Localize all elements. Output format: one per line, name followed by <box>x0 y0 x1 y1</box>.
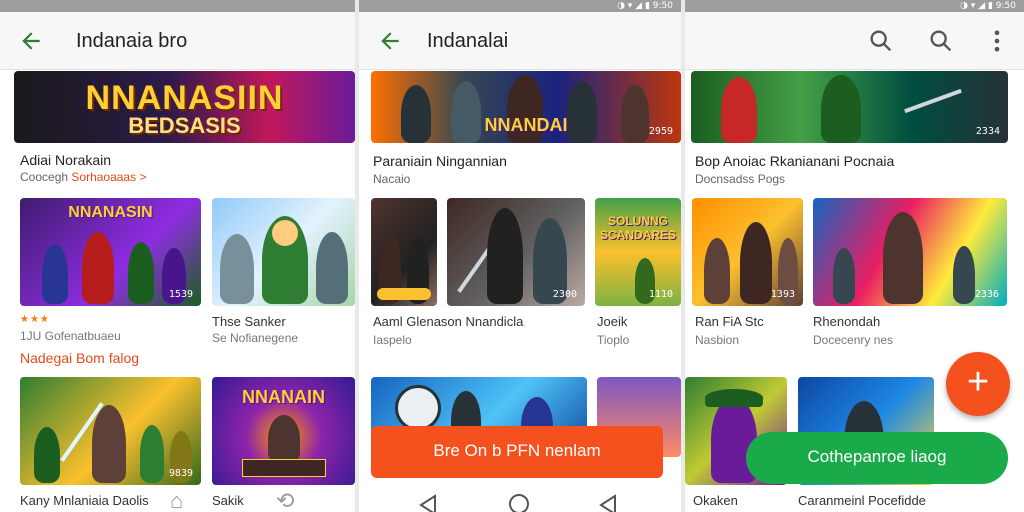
back-arrow-icon[interactable] <box>18 28 44 54</box>
tile-title: NNANASIN <box>68 204 153 221</box>
featured-banner[interactable]: 2334 <box>691 71 1008 143</box>
screen-panel-2: ◑ ▾ ◢ ▮ 9:50 Indanalai NNANDAI 2959 Para… <box>359 0 681 512</box>
featured-banner[interactable]: NNANASIIN BEDSASIS <box>14 71 355 143</box>
character-figure <box>833 248 855 304</box>
section-title: Paraniain Ningannian <box>373 153 507 169</box>
search-icon[interactable] <box>867 27 895 55</box>
more-vert-icon[interactable] <box>983 27 1011 55</box>
tile-title: NNANAIN <box>242 387 325 407</box>
app-bar: Indanalai <box>359 12 681 70</box>
tile-title-text: Ran FiA Stc <box>695 314 764 329</box>
game-tile[interactable]: 1393 <box>692 198 803 306</box>
character-figure <box>34 427 60 483</box>
section-subtitle: Coocegh Sorhaoaaas > <box>20 170 147 184</box>
tile-caption: Nasbion <box>695 333 740 347</box>
character-figure <box>953 246 975 304</box>
game-tile[interactable]: NNANAIN <box>212 377 355 485</box>
tile-logo-plate <box>242 459 326 477</box>
tile-title: SOLUNNG SCANDARES <box>599 214 676 242</box>
tile-title-text: Okaken <box>693 493 738 508</box>
tile-caption: 1JU Gofenatbuaeu <box>20 329 121 343</box>
share-icon[interactable]: ⌂ <box>170 488 183 512</box>
game-tile[interactable] <box>371 198 437 306</box>
tile-title-text: Sakik <box>212 493 244 508</box>
tile-title-text: Thse Sanker <box>212 314 286 329</box>
banner-subtitle: BEDSASIS <box>128 113 241 138</box>
character-figure <box>704 238 730 304</box>
section-title: Nadegai Bom falog <box>20 350 140 366</box>
tile-title-text: Aaml Glenason Nnandicla <box>373 314 524 329</box>
tile-caption: Docecenry nes <box>813 333 894 347</box>
tile-logo <box>377 288 431 300</box>
character-figure <box>721 77 757 143</box>
game-tile[interactable]: 2336 <box>813 198 1007 306</box>
game-tile[interactable]: 2300 <box>447 198 585 306</box>
system-nav-bar <box>359 490 681 512</box>
character-figure <box>92 405 126 483</box>
character-figure <box>316 232 348 304</box>
nav-back-icon[interactable] <box>417 494 439 512</box>
nav-recents-icon[interactable] <box>597 494 619 512</box>
install-cta-button[interactable]: Bre On b PFN nenlam <box>371 426 663 478</box>
add-fab-button[interactable]: + <box>946 352 1010 416</box>
rating-badge: 2336 <box>974 289 999 300</box>
character-figure <box>82 232 114 304</box>
screen-panel-3: ◑ ▾ ◢ ▮ 9:50 2334 Bop Anoiac Rkanianani … <box>685 0 1024 512</box>
see-more-link[interactable]: Sorhaoaaas > <box>71 170 146 184</box>
game-tile[interactable]: SOLUNNG SCANDARES 1110 <box>595 198 681 306</box>
character-face <box>272 220 298 246</box>
tile-caption: Se Nofianegene <box>212 331 299 345</box>
rating-badge: 2300 <box>552 289 577 300</box>
rating-badge: 1393 <box>770 289 795 300</box>
tile-caption: Tioplo <box>597 333 630 347</box>
section-subtitle: Docnsadss Pogs <box>695 172 786 186</box>
character-figure <box>821 75 861 143</box>
banner-title: NNANDAI <box>484 115 568 135</box>
back-arrow-icon[interactable] <box>377 28 403 54</box>
page-title: Indanaia bro <box>76 30 188 52</box>
rating-badge: 9839 <box>168 468 193 479</box>
character-figure <box>487 208 523 304</box>
status-bar: ◑ ▾ ◢ ▮ 9:50 <box>685 0 1024 12</box>
tile-title-text: Caranmeinl Pocefidde <box>798 493 926 508</box>
app-bar: Indanaia bro <box>0 12 355 70</box>
character-figure <box>740 222 772 304</box>
star-rating: ★★★ <box>20 314 50 325</box>
primary-cta-button[interactable]: Cothepanroe liaog <box>746 432 1008 484</box>
page-title: Indanalai <box>427 30 509 52</box>
weapon-graphic <box>904 88 962 114</box>
rating-badge: 1110 <box>648 289 673 300</box>
screen-panel-1: Indanaia bro NNANASIIN BEDSASIS Adiai No… <box>0 0 355 512</box>
tile-title-text: Kany Mnlaniaia Daolis <box>20 493 149 508</box>
game-tile[interactable] <box>212 198 355 306</box>
character-figure <box>220 234 254 304</box>
nav-home-icon[interactable] <box>507 492 531 512</box>
status-bar: ◑ ▾ ◢ ▮ 9:50 <box>359 0 681 12</box>
character-figure <box>140 425 164 483</box>
status-bar <box>0 0 355 12</box>
section-title: Bop Anoiac Rkanianani Pocnaia <box>695 153 895 169</box>
character-figure <box>128 242 154 304</box>
rating-badge: 2959 <box>648 126 673 137</box>
app-bar <box>685 12 1024 70</box>
character-face <box>395 385 441 431</box>
tile-title-text: Rhenondah <box>813 314 881 329</box>
character-figure <box>268 415 300 463</box>
game-tile[interactable]: 9839 <box>20 377 201 485</box>
featured-banner[interactable]: NNANDAI 2959 <box>371 71 681 143</box>
rating-badge: 2334 <box>975 126 1000 137</box>
search-icon[interactable] <box>927 27 955 55</box>
character-figure <box>883 212 923 304</box>
rating-badge: 1539 <box>168 289 193 300</box>
character-figure <box>42 244 68 304</box>
link-icon[interactable]: ⟲ <box>276 488 294 512</box>
character-hat <box>705 389 763 407</box>
section-title: Adiai Norakain <box>20 152 112 168</box>
plus-icon: + <box>966 361 990 403</box>
tile-caption: Iaspelo <box>373 333 412 347</box>
game-tile[interactable]: NNANASIN 1539 <box>20 198 201 306</box>
tile-title-text: Joeik <box>597 314 628 329</box>
section-subtitle: Nacaio <box>373 172 411 186</box>
